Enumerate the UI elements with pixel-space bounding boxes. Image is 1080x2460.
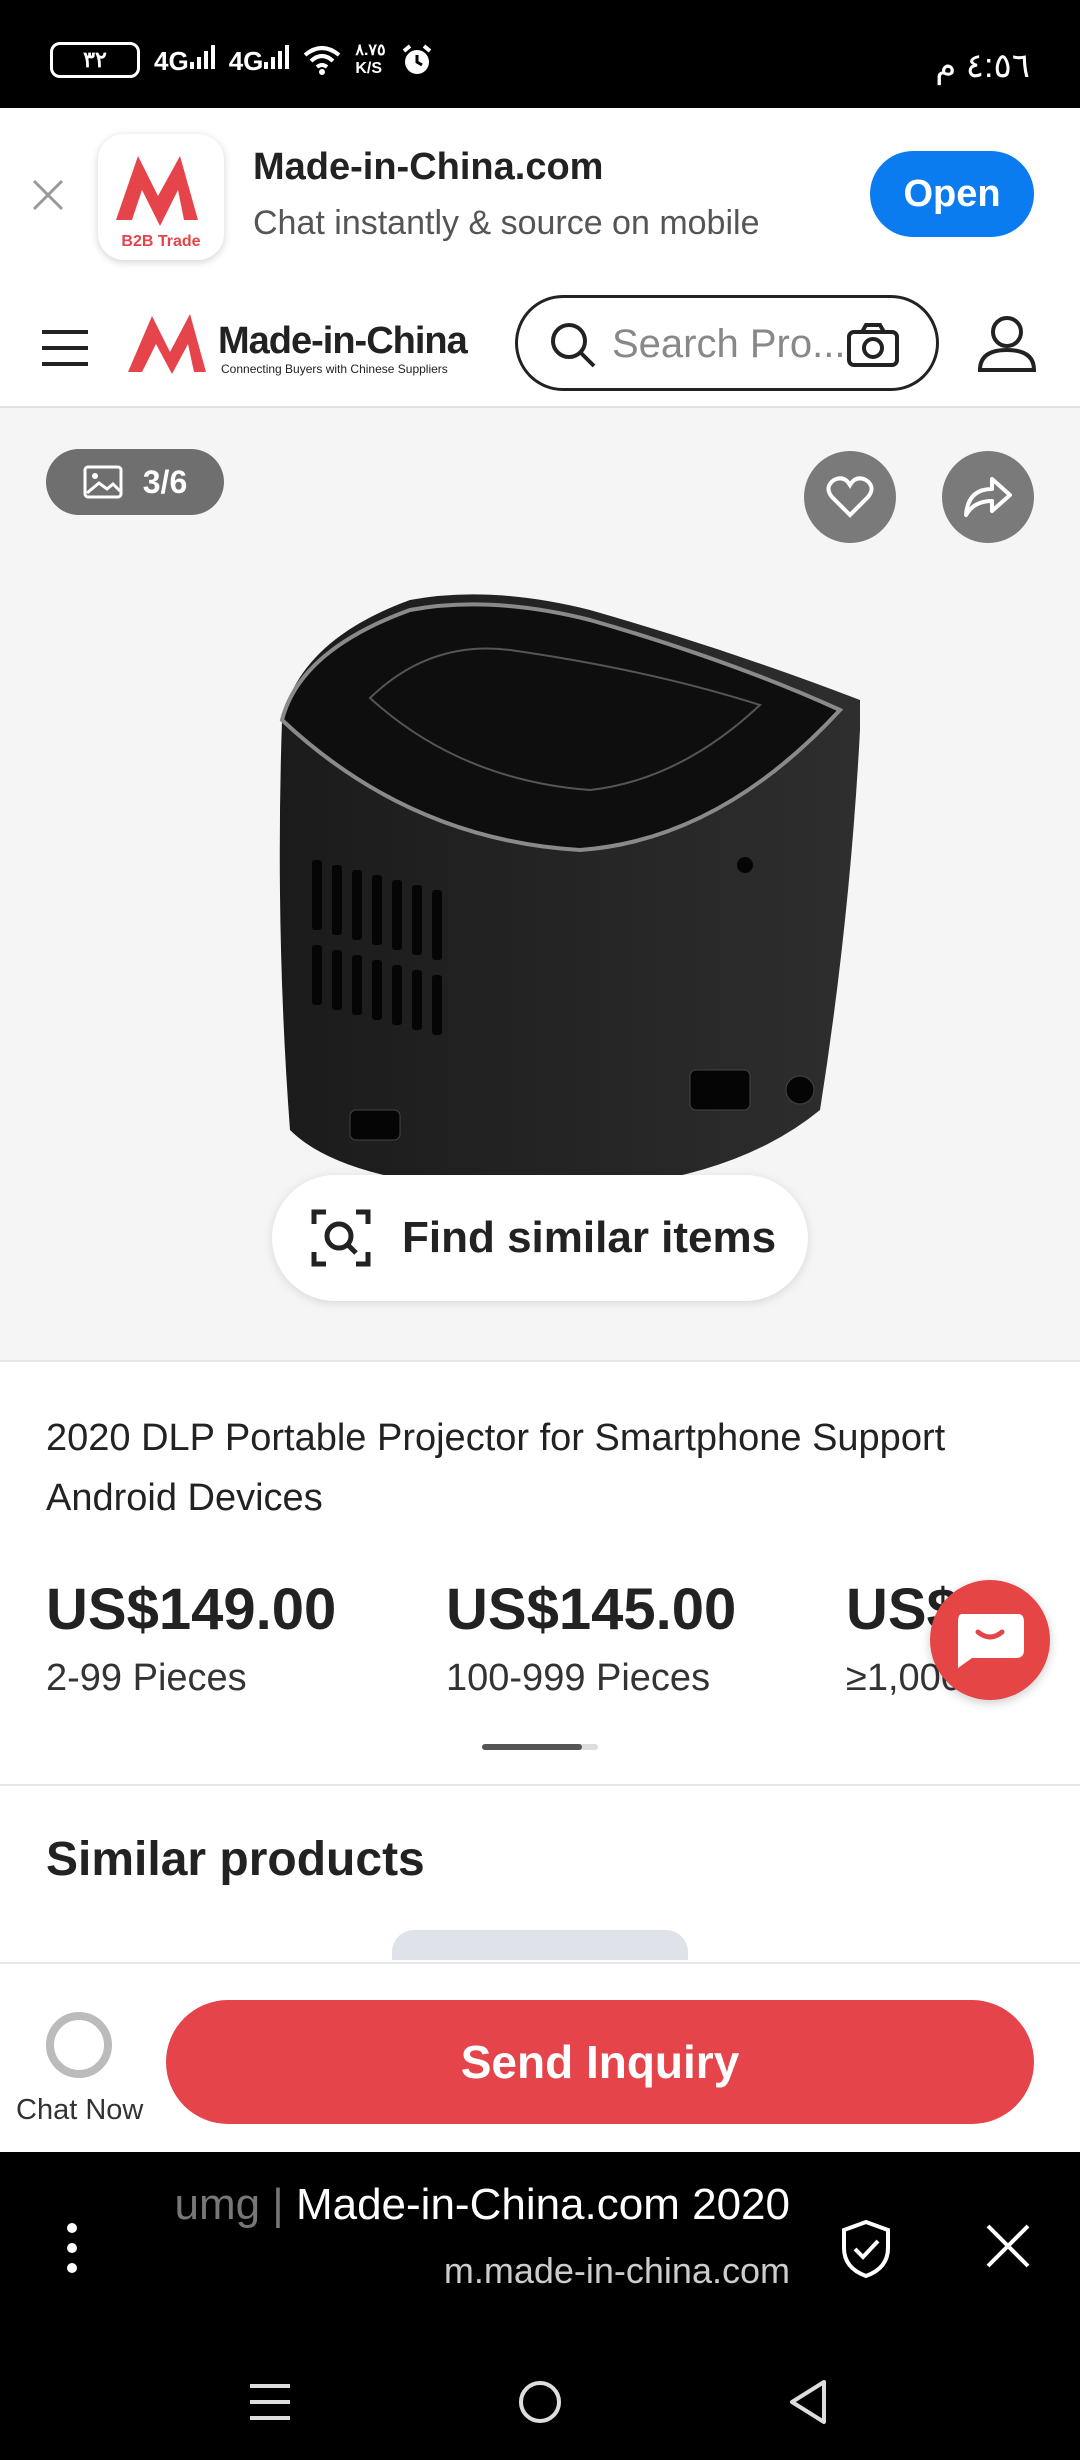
find-similar-button[interactable]: Find similar items <box>272 1175 808 1301</box>
alarm-icon <box>402 44 431 74</box>
chat-float-button[interactable] <box>930 1580 1050 1700</box>
signal-icon: 4G <box>154 44 215 77</box>
battery-icon: ٣٢ <box>50 42 140 78</box>
divider <box>0 1360 1080 1362</box>
wifi-icon <box>304 46 341 75</box>
banner-subtitle: Chat instantly & source on mobile <box>253 204 760 242</box>
back-icon[interactable] <box>786 2378 830 2426</box>
home-icon[interactable] <box>516 2378 564 2426</box>
similar-products-heading: Similar products <box>46 1833 425 1886</box>
price-quantity: 2-99 Pieces <box>46 1657 247 1699</box>
chat-now-icon[interactable] <box>46 2012 112 2078</box>
price-tier: US$149.00 2-99 Pieces <box>46 1576 336 1700</box>
image-search-icon <box>311 1209 371 1267</box>
similar-product-thumbnail[interactable] <box>392 1930 688 1960</box>
share-icon <box>964 477 1012 517</box>
price-value: US$145.00 <box>446 1577 737 1642</box>
close-icon[interactable] <box>28 175 68 215</box>
logo-tagline: Connecting Buyers with Chinese Suppliers <box>221 362 448 376</box>
price-scroll-indicator <box>482 1744 598 1750</box>
product-image <box>279 594 860 1190</box>
camera-icon[interactable] <box>846 322 900 368</box>
banner-title: Made-in-China.com <box>253 146 604 188</box>
heart-icon <box>826 476 874 518</box>
user-icon[interactable] <box>976 312 1038 374</box>
close-tab-icon[interactable] <box>984 2222 1032 2270</box>
logo-mark-icon <box>128 314 206 374</box>
clock: ٤:٥٦ م <box>935 47 1030 85</box>
favorite-button[interactable] <box>804 451 896 543</box>
find-similar-label: Find similar items <box>402 1213 777 1262</box>
price-tier: US$145.00 100-999 Pieces <box>446 1576 736 1700</box>
scroll-thumb <box>482 1744 582 1750</box>
price-quantity: 100-999 Pieces <box>446 1657 711 1699</box>
image-icon <box>83 465 123 499</box>
recent-apps-icon[interactable] <box>248 2382 292 2422</box>
share-button[interactable] <box>942 451 1034 543</box>
chat-bubble-icon <box>958 1614 1024 1668</box>
divider <box>0 1784 1080 1786</box>
svg-text:B2B Trade: B2B Trade <box>121 233 200 250</box>
net-speed: ٨.٧٥ K/S <box>355 42 386 77</box>
battery-level: ٣٢ <box>83 47 107 72</box>
image-counter-text: 3/6 <box>142 463 188 500</box>
more-options-icon[interactable] <box>62 2220 82 2276</box>
price-value: US$149.00 <box>46 1577 337 1642</box>
status-icons: ٣٢ 4G 4G ٨.٧٥ K/S <box>50 42 434 78</box>
page-title: umg | Made-in-China.com 2020 <box>174 2180 790 2229</box>
app-icon: B2B Trade <box>98 134 224 260</box>
product-title: 2020 DLP Portable Projector for Smartpho… <box>46 1417 946 1519</box>
mic-logo-icon: B2B Trade <box>116 156 201 250</box>
page-url[interactable]: m.made-in-china.com <box>300 2250 790 2292</box>
site-logo[interactable]: Made-in-China Connecting Buyers with Chi… <box>126 308 471 380</box>
send-inquiry-button[interactable]: Send Inquiry <box>166 2000 1034 2124</box>
image-counter: 3/6 <box>46 449 224 515</box>
logo-text: Made-in-China <box>218 320 468 362</box>
menu-icon[interactable] <box>40 328 90 368</box>
chat-now-label[interactable]: Chat Now <box>16 2094 143 2127</box>
status-bar: ٣٢ 4G 4G ٨.٧٥ K/S ٤:٥٦ م <box>0 0 1080 108</box>
search-icon <box>551 323 596 368</box>
signal-icon: 4G <box>229 44 290 77</box>
search-placeholder: Search Pro... <box>612 322 846 366</box>
security-shield-icon[interactable] <box>838 2218 894 2280</box>
open-app-button[interactable]: Open <box>870 151 1034 237</box>
